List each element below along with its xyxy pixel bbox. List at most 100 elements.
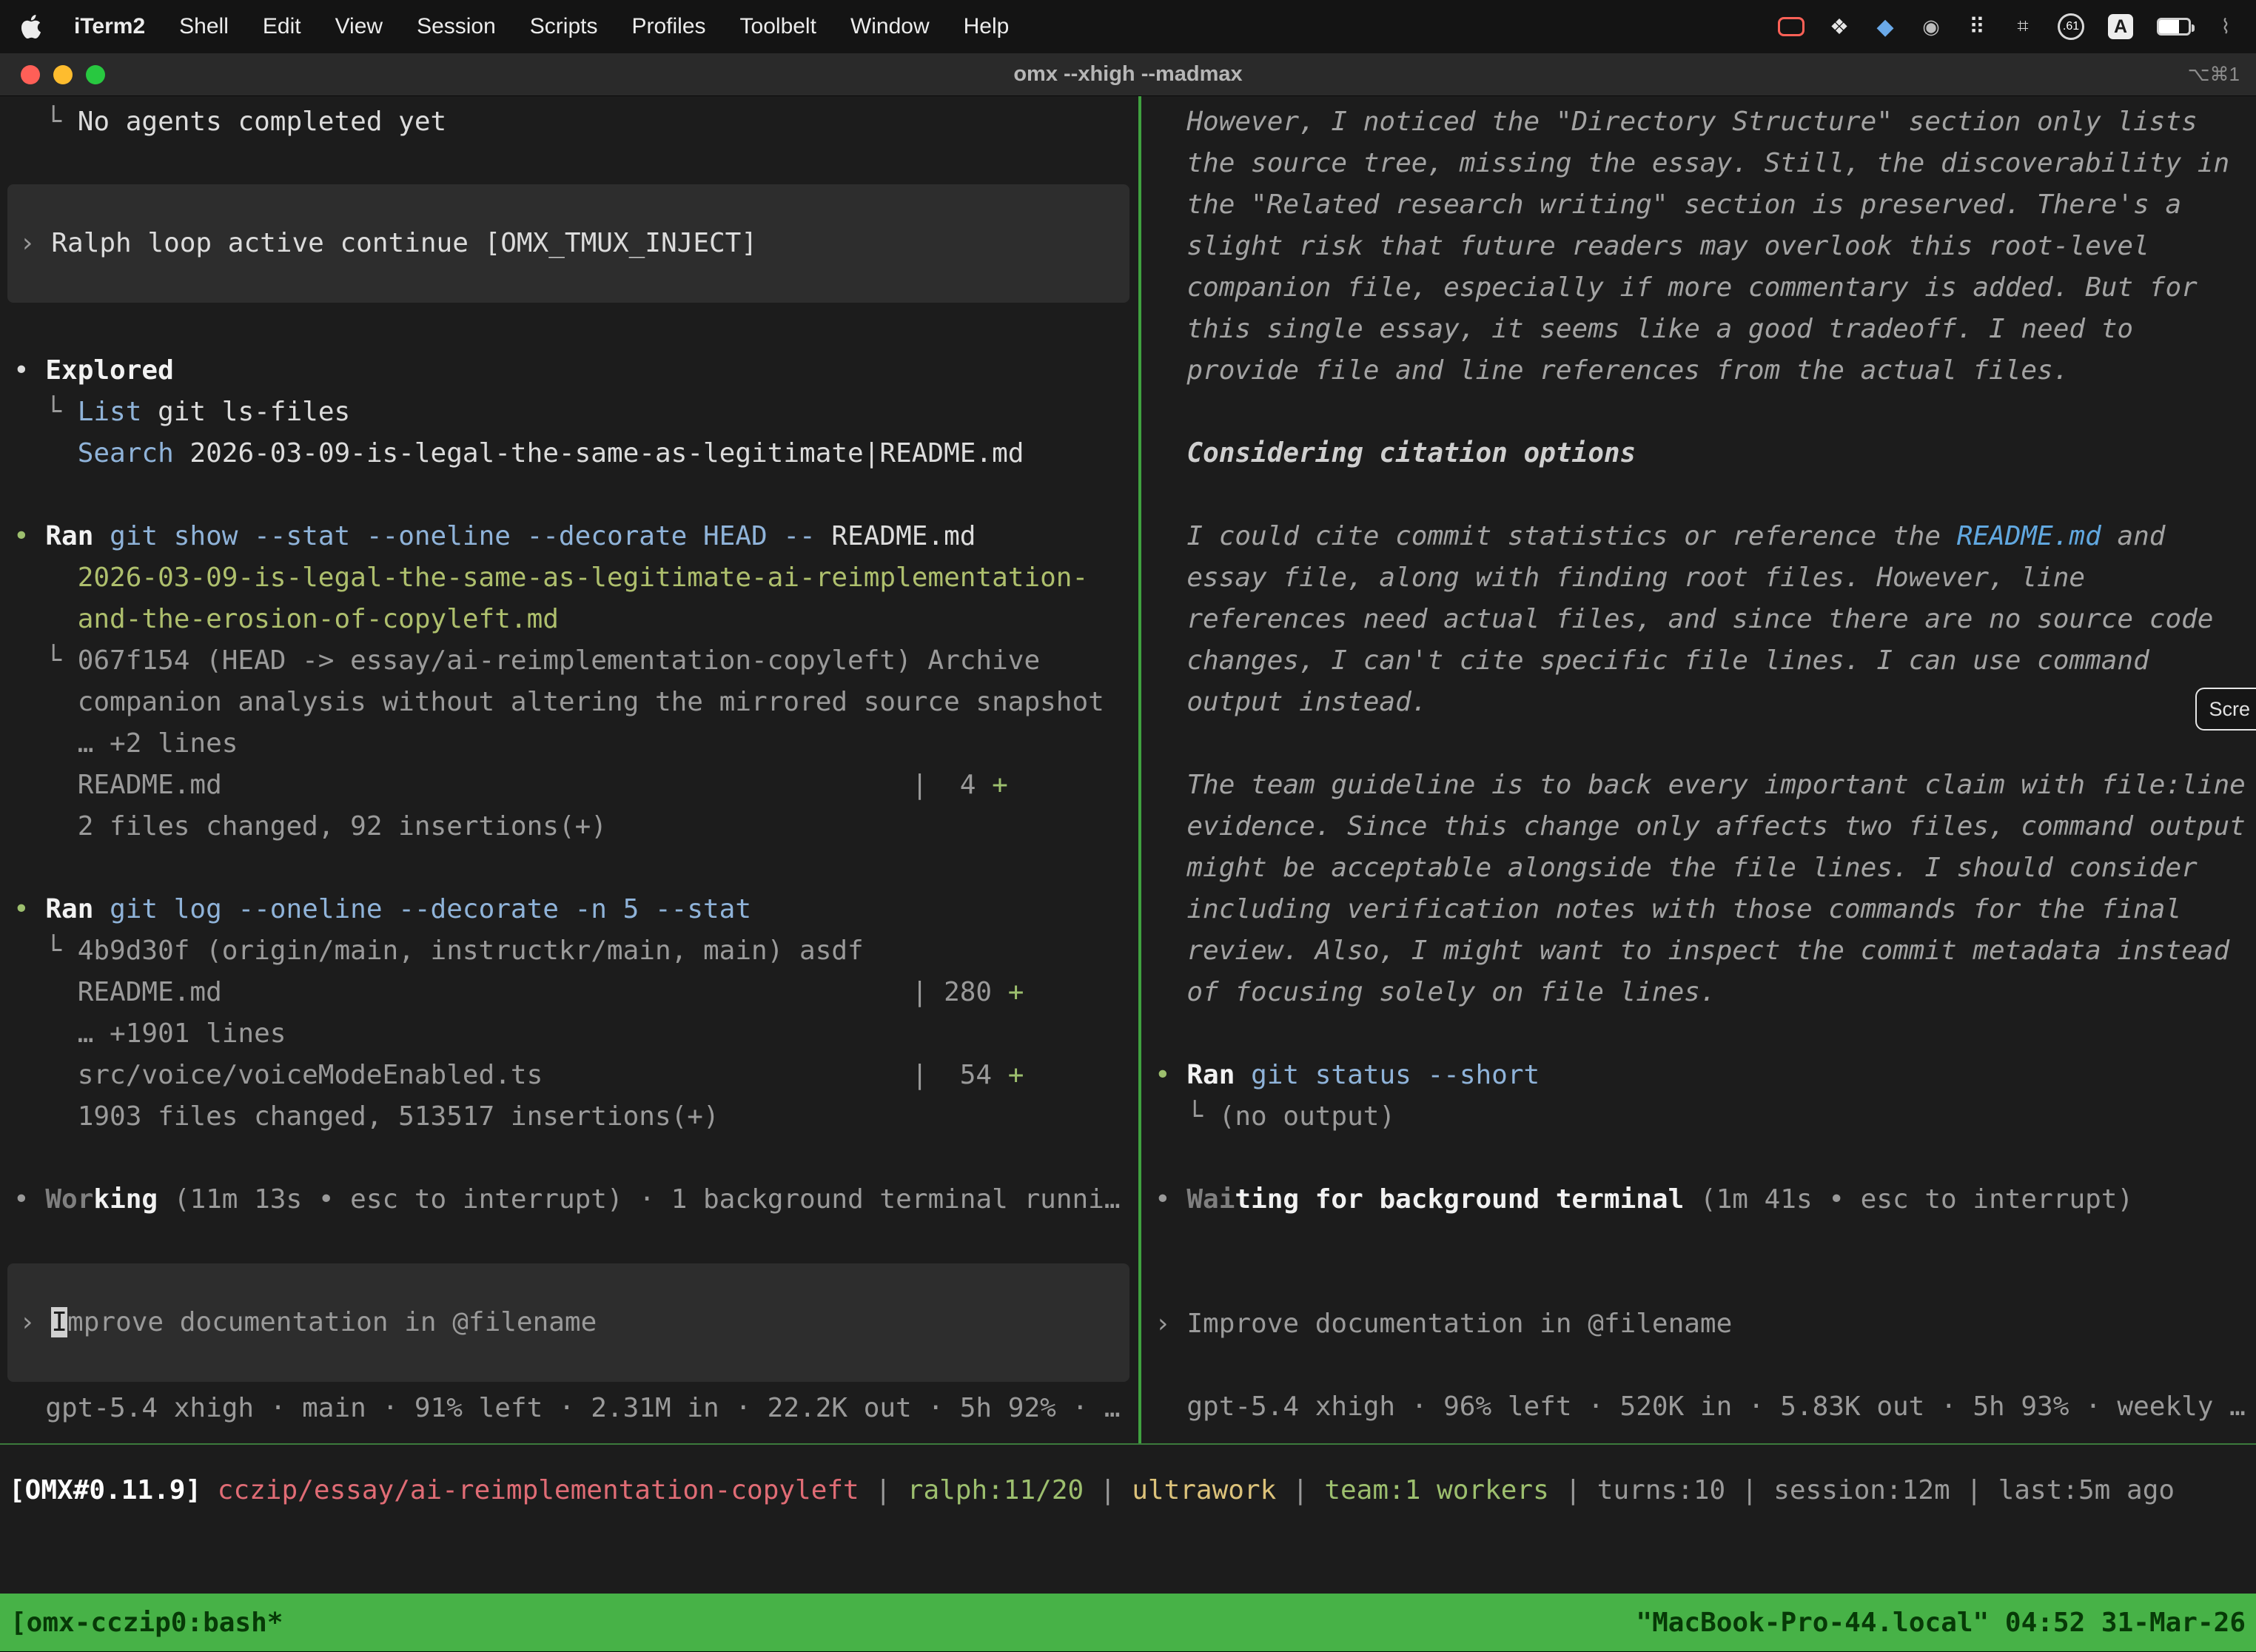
terminal-row: I could cite commit statistics or refere… <box>1155 516 2256 557</box>
terminal-row: the source tree, missing the essay. Stil… <box>1155 143 2256 184</box>
zoom-button[interactable] <box>86 65 105 84</box>
blank-row <box>1155 1220 2256 1262</box>
terminal-window: └ No agents completed yet › Ralph loop a… <box>0 96 2256 1651</box>
menu-item-edit[interactable]: Edit <box>263 14 301 39</box>
blank-row <box>1155 392 2256 433</box>
window-title-bar[interactable]: omx --xhigh --madmax ⌥⌘1 <box>0 53 2256 96</box>
blank-row <box>13 474 1138 516</box>
blank-row <box>1155 1262 2256 1303</box>
terminal-row: └ 4b9d30f (origin/main, instructkr/main,… <box>13 930 1138 972</box>
blank-row <box>1155 1013 2256 1055</box>
terminal-row: references need actual files, and since … <box>1155 599 2256 640</box>
blank-row <box>13 1138 1138 1179</box>
terminal-row: 2 files changed, 92 insertions(+) <box>13 806 1138 847</box>
terminal-row: README.md | 4 + <box>13 765 1138 806</box>
tmux-session-label: [omx-cczip0:bash* <box>10 1608 283 1638</box>
terminal-row: Search 2026-03-09-is-legal-the-same-as-l… <box>13 433 1138 474</box>
pane-left[interactable]: └ No agents completed yet › Ralph loop a… <box>0 96 1138 1443</box>
tmux-status-bar: [omx-cczip0:bash* "MacBook-Pro-44.local"… <box>0 1594 2256 1651</box>
blank-row <box>1155 723 2256 765</box>
terminal-row: › Improve documentation in @filename <box>19 1302 1129 1343</box>
terminal-row: • Working (11m 13s • esc to interrupt) ·… <box>13 1179 1138 1220</box>
menu-item-help[interactable]: Help <box>964 14 1010 39</box>
terminal-row: and-the-erosion-of-copyleft.md <box>13 599 1138 640</box>
terminal-row: review. Also, I might want to inspect th… <box>1155 930 2256 972</box>
stats-icon[interactable]: ◉ <box>1920 13 1942 41</box>
terminal-row: However, I noticed the "Directory Struct… <box>1155 101 2256 143</box>
terminal-row: • Explored <box>13 350 1138 392</box>
apple-logo-icon[interactable] <box>19 13 43 41</box>
terminal-row: gpt-5.4 xhigh · 96% left · 520K in · 5.8… <box>1155 1386 2256 1428</box>
terminal-output: However, I noticed the "Directory Struct… <box>1155 101 2256 1428</box>
pane-right[interactable]: However, I noticed the "Directory Struct… <box>1141 96 2256 1443</box>
terminal-row: changes, I can't cite specific file line… <box>1155 640 2256 682</box>
close-button[interactable] <box>21 65 40 84</box>
menu-items: iTerm2 Shell Edit View Session Scripts Profile… <box>74 14 1009 39</box>
terminal-row: └ (no output) <box>1155 1096 2256 1138</box>
terminal-row: the "Related research writing" section i… <box>1155 184 2256 226</box>
omx-status-bar: [OMX#0.11.9] cczip/essay/ai-reimplementa… <box>0 1470 2256 1511</box>
menu-item-shell[interactable]: Shell <box>179 14 229 39</box>
menu-item-profiles[interactable]: Profiles <box>631 14 705 39</box>
menu-item-view[interactable]: View <box>335 14 383 39</box>
terminal-row: of focusing solely on file lines. <box>1155 972 2256 1013</box>
terminal-row: slight risk that future readers may over… <box>1155 226 2256 267</box>
input-source-icon[interactable]: A <box>2108 14 2133 39</box>
terminal-row: essay file, along with finding root file… <box>1155 557 2256 599</box>
terminal-row: • Waiting for background terminal (1m 41… <box>1155 1179 2256 1220</box>
screen-recording-icon[interactable] <box>1778 17 1805 36</box>
terminal-row: └ List git ls-files <box>13 392 1138 433</box>
menu-item-scripts[interactable]: Scripts <box>530 14 598 39</box>
terminal-row: └ 067f154 (HEAD -> essay/ai-reimplementa… <box>13 640 1138 682</box>
terminal-output: • Explored └ List git ls-files Search 20… <box>13 350 1138 1220</box>
terminal-row: README.md | 280 + <box>13 972 1138 1013</box>
tmux-panes: └ No agents completed yet › Ralph loop a… <box>0 96 2256 1445</box>
minimize-button[interactable] <box>53 65 73 84</box>
terminal-row: gpt-5.4 xhigh · main · 91% left · 2.31M … <box>13 1388 1138 1429</box>
terminal-row: … +2 lines <box>13 723 1138 765</box>
terminal-row: • Ran git status --short <box>1155 1055 2256 1096</box>
blank-row <box>1155 1345 2256 1386</box>
session-status-line: gpt-5.4 xhigh · main · 91% left · 2.31M … <box>13 1388 1138 1429</box>
terminal-row: › Ralph loop active continue [OMX_TMUX_I… <box>19 223 1129 264</box>
terminal-row: 1903 files changed, 513517 insertions(+) <box>13 1096 1138 1138</box>
menu-item-toolbelt[interactable]: Toolbelt <box>740 14 816 39</box>
terminal-row: this single essay, it seems like a good … <box>1155 309 2256 350</box>
window-title: omx --xhigh --madmax <box>0 62 2256 87</box>
menu-meters-icon[interactable]: ⌇ <box>2215 13 2237 41</box>
menu-item-session[interactable]: Session <box>417 14 496 39</box>
blank-row <box>1155 1138 2256 1179</box>
prompt-input[interactable]: › Improve documentation in @filename <box>7 1263 1129 1382</box>
shortcut-icon[interactable]: ⌗ <box>2012 13 2034 41</box>
battery-percent-icon[interactable]: .61 <box>2058 13 2084 40</box>
battery-icon[interactable] <box>2157 18 2191 36</box>
menu-bar: iTerm2 Shell Edit View Session Scripts Profile… <box>0 0 2256 53</box>
traffic-lights <box>0 65 105 84</box>
terminal-row: src/voice/voiceModeEnabled.ts | 54 + <box>13 1055 1138 1096</box>
menu-item-iterm2[interactable]: iTerm2 <box>74 14 145 39</box>
terminal-row: The team guideline is to back every impo… <box>1155 765 2256 806</box>
terminal-row: └ No agents completed yet <box>13 101 1138 143</box>
window-shortcut-badge: ⌥⌘1 <box>2188 63 2256 86</box>
terminal-row: evidence. Since this change only affects… <box>1155 806 2256 847</box>
terminal-row: … +1901 lines <box>13 1013 1138 1055</box>
terminal-row: › Improve documentation in @filename <box>1155 1303 2256 1345</box>
keyboard-brightness-icon[interactable]: ❖ <box>1828 13 1850 41</box>
blank-row <box>13 847 1138 889</box>
terminal-row: companion file, especially if more comme… <box>1155 267 2256 309</box>
terminal-row: Considering citation options <box>1155 433 2256 474</box>
blank-row <box>1155 474 2256 516</box>
raycast-icon[interactable]: ◆ <box>1874 13 1896 41</box>
terminal-row: output instead. <box>1155 682 2256 723</box>
terminal-row: 2026-03-09-is-legal-the-same-as-legitima… <box>13 557 1138 599</box>
terminal-output: └ No agents completed yet <box>13 101 1138 143</box>
menu-item-window[interactable]: Window <box>850 14 930 39</box>
dots-grid-icon[interactable]: ⠿ <box>1966 13 1988 41</box>
ralph-inject-box: › Ralph loop active continue [OMX_TMUX_I… <box>7 184 1129 303</box>
terminal-row: • Ran git show --stat --oneline --decora… <box>13 516 1138 557</box>
screenshot-popup[interactable]: Scre <box>2195 688 2256 731</box>
terminal-row: provide file and line references from th… <box>1155 350 2256 392</box>
terminal-row: might be acceptable alongside the file l… <box>1155 847 2256 889</box>
screenshot-popup-label: Scre <box>2209 698 2250 721</box>
tmux-host-clock-label: "MacBook-Pro-44.local" 04:52 31-Mar-26 <box>1636 1608 2246 1638</box>
